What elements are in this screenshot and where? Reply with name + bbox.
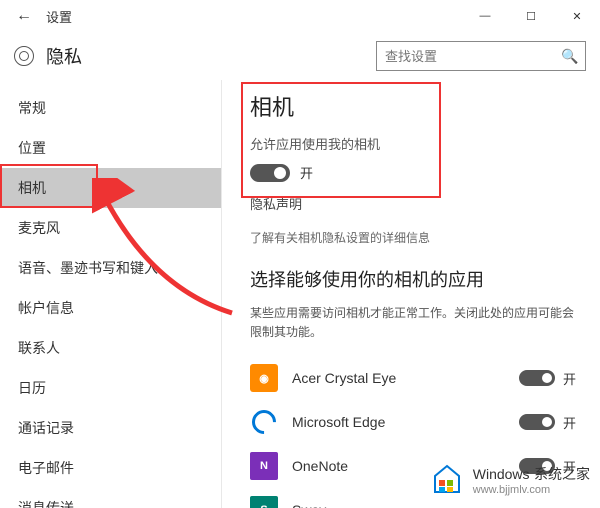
sidebar-item-email[interactable]: 电子邮件 xyxy=(0,448,221,488)
sway-icon: S xyxy=(250,496,278,508)
sidebar-item-label: 日历 xyxy=(18,378,46,398)
sidebar-item-camera[interactable]: 相机 xyxy=(0,168,221,208)
app-name: Microsoft Edge xyxy=(292,414,519,430)
watermark-text: Windows 系统之家 www.bjjmlv.com xyxy=(473,464,590,496)
sidebar-item-callhistory[interactable]: 通话记录 xyxy=(0,408,221,448)
watermark-brand: Windows xyxy=(473,466,530,482)
watermark: Windows 系统之家 www.bjjmlv.com xyxy=(429,462,590,498)
apps-description: 某些应用需要访问相机才能正常工作。关闭此处的应用可能会限制其功能。 xyxy=(250,304,576,342)
app-row: ◉ Acer Crystal Eye 开 xyxy=(250,356,576,400)
toggle-knob xyxy=(542,373,552,383)
section-heading: 相机 xyxy=(250,90,576,122)
main-panel: 相机 允许应用使用我的相机 开 隐私声明 了解有关相机隐私设置的详细信息 选择能… xyxy=(222,80,600,508)
permission-text: 允许应用使用我的相机 xyxy=(250,134,576,153)
window-title: 设置 xyxy=(46,7,72,26)
search-icon: 🔍 xyxy=(561,48,578,65)
app-name: Acer Crystal Eye xyxy=(292,370,519,386)
sidebar-item-label: 麦克风 xyxy=(18,218,60,238)
back-button[interactable]: ← xyxy=(10,2,38,30)
search-box[interactable]: 🔍 xyxy=(376,41,586,71)
content-body: 常规 位置 相机 麦克风 语音、墨迹书写和键入 帐户信息 联系人 日历 通话记录… xyxy=(0,80,600,508)
sidebar: 常规 位置 相机 麦克风 语音、墨迹书写和键入 帐户信息 联系人 日历 通话记录… xyxy=(0,80,222,508)
app-toggle-label: 开 xyxy=(563,413,576,432)
learn-more-link[interactable]: 了解有关相机隐私设置的详细信息 xyxy=(250,229,576,246)
sidebar-item-messaging[interactable]: 消息传送 xyxy=(0,488,221,508)
camera-toggle[interactable] xyxy=(250,164,290,182)
acer-icon: ◉ xyxy=(250,364,278,392)
watermark-site: 系统之家 xyxy=(534,466,590,482)
sidebar-item-label: 电子邮件 xyxy=(18,458,74,478)
app-toggle-label: 开 xyxy=(563,369,576,388)
minimize-button[interactable]: — xyxy=(462,0,508,32)
sidebar-item-label: 相机 xyxy=(18,178,46,198)
app-toggle[interactable] xyxy=(519,370,555,386)
close-button[interactable]: ✕ xyxy=(554,0,600,32)
search-input[interactable] xyxy=(385,49,561,64)
sidebar-item-label: 联系人 xyxy=(18,338,60,358)
header: 隐私 🔍 xyxy=(0,32,600,80)
gear-icon xyxy=(14,46,34,66)
page-title: 隐私 xyxy=(46,43,82,69)
sidebar-item-calendar[interactable]: 日历 xyxy=(0,368,221,408)
apps-heading: 选择能够使用你的相机的应用 xyxy=(250,266,576,292)
title-bar: ← 设置 — ☐ ✕ xyxy=(0,0,600,32)
watermark-url: www.bjjmlv.com xyxy=(473,484,590,496)
onenote-icon: N xyxy=(250,452,278,480)
sidebar-item-location[interactable]: 位置 xyxy=(0,128,221,168)
app-toggle[interactable] xyxy=(519,414,555,430)
window-controls: — ☐ ✕ xyxy=(462,0,600,32)
sidebar-item-label: 通话记录 xyxy=(18,418,74,438)
toggle-knob xyxy=(274,167,286,179)
watermark-logo-icon xyxy=(429,462,465,498)
sidebar-item-general[interactable]: 常规 xyxy=(0,88,221,128)
app-row: Microsoft Edge 开 xyxy=(250,400,576,444)
camera-toggle-label: 开 xyxy=(300,163,313,182)
privacy-statement-link[interactable]: 隐私声明 xyxy=(250,194,302,213)
edge-icon xyxy=(250,408,278,436)
sidebar-item-contacts[interactable]: 联系人 xyxy=(0,328,221,368)
app-name: Sway xyxy=(292,502,576,508)
sidebar-item-label: 语音、墨迹书写和键入 xyxy=(18,258,158,278)
sidebar-item-label: 帐户信息 xyxy=(18,298,74,318)
sidebar-item-label: 消息传送 xyxy=(18,498,74,508)
sidebar-item-speech[interactable]: 语音、墨迹书写和键入 xyxy=(0,248,221,288)
sidebar-item-label: 位置 xyxy=(18,138,46,158)
camera-toggle-row: 开 xyxy=(250,163,576,182)
toggle-knob xyxy=(542,417,552,427)
sidebar-item-label: 常规 xyxy=(18,98,46,118)
sidebar-item-account[interactable]: 帐户信息 xyxy=(0,288,221,328)
maximize-button[interactable]: ☐ xyxy=(508,0,554,32)
sidebar-item-microphone[interactable]: 麦克风 xyxy=(0,208,221,248)
